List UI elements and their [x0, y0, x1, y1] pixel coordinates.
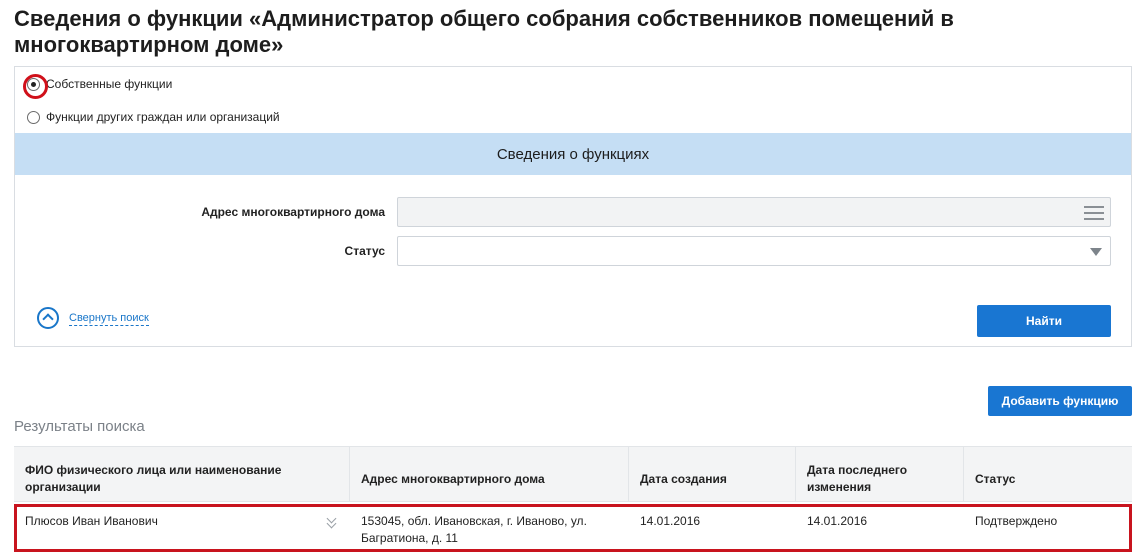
table-header: ФИО физического лица или наименование ор…	[14, 446, 1132, 502]
chevron-down-icon[interactable]	[1090, 248, 1102, 256]
find-button[interactable]: Найти	[977, 305, 1111, 337]
address-input[interactable]	[397, 197, 1111, 227]
column-header-address[interactable]: Адрес многоквартирного дома	[350, 447, 629, 501]
status-label: Статус	[344, 244, 385, 258]
cell-name: Плюсов Иван Иванович	[14, 504, 350, 552]
column-header-modified[interactable]: Дата последнего изменения	[796, 447, 964, 501]
double-chevron-down-icon[interactable]	[326, 516, 338, 528]
chevron-up-circle-icon[interactable]	[37, 307, 59, 329]
radio-own-functions[interactable]: Собственные функции	[23, 73, 173, 99]
results-title: Результаты поиска	[14, 418, 145, 435]
radio-other-functions-label: Функции других граждан или организаций	[46, 110, 280, 124]
collapse-search-text[interactable]: Свернуть поиск	[69, 311, 149, 326]
radio-other-functions[interactable]: Функции других граждан или организаций	[27, 110, 280, 124]
cell-created: 14.01.2016	[640, 514, 701, 528]
cell-name-text: Плюсов Иван Иванович	[25, 514, 158, 528]
cell-status: Подтверждено	[975, 514, 1058, 528]
add-function-button[interactable]: Добавить функцию	[988, 386, 1132, 416]
radio-button-checked[interactable]	[23, 73, 48, 99]
column-header-name[interactable]: ФИО физического лица или наименование ор…	[14, 447, 350, 501]
section-header: Сведения о функциях	[15, 133, 1131, 175]
cell-address: 153045, обл. Ивановская, г. Иваново, ул.…	[361, 514, 587, 545]
status-select[interactable]	[397, 236, 1111, 266]
table-row[interactable]: Плюсов Иван Иванович 153045, обл. Иванов…	[14, 504, 1132, 552]
column-header-status[interactable]: Статус	[964, 447, 1132, 501]
results-table: ФИО физического лица или наименование ор…	[14, 446, 1132, 552]
section-title: Сведения о функциях	[496, 145, 650, 163]
address-label: Адрес многоквартирного дома	[201, 205, 385, 219]
radio-own-functions-label: Собственные функции	[46, 77, 173, 91]
column-header-created[interactable]: Дата создания	[629, 447, 796, 501]
page-title: Сведения о функции «Администратор общего…	[14, 6, 954, 57]
search-panel: Собственные функции Функции других гражд…	[14, 66, 1132, 347]
cell-modified: 14.01.2016	[807, 514, 868, 528]
radio-highlight-circle	[23, 73, 48, 99]
radio-button[interactable]	[27, 110, 40, 124]
collapse-search-link[interactable]: Свернуть поиск	[37, 307, 149, 329]
hamburger-icon[interactable]	[1084, 206, 1104, 220]
